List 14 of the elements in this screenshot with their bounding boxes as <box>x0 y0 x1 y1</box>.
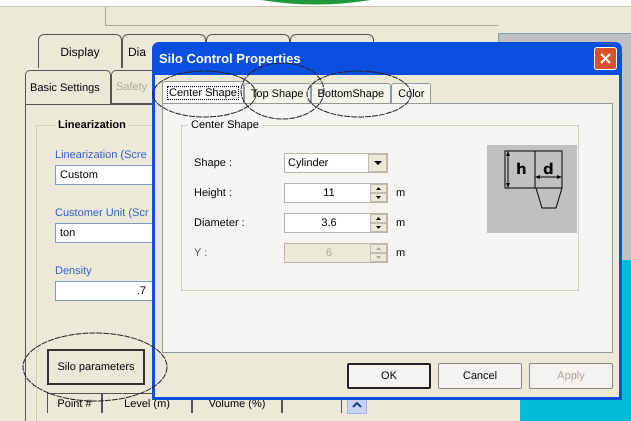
unit-label: m <box>396 217 406 229</box>
group-title: Linearization <box>57 119 127 131</box>
field-label: Shape : <box>194 157 232 169</box>
unit-label: m <box>396 247 406 259</box>
field-label: Linearization (Scre <box>55 149 147 161</box>
field-label: Y : <box>194 247 208 259</box>
unit-label: m <box>396 187 406 199</box>
group-title: Center Shape <box>190 119 260 131</box>
field-label: Customer Unit (Scr <box>55 207 149 219</box>
field-label: Diameter : <box>194 217 245 229</box>
field-label: Density <box>55 265 92 277</box>
field-label: Height : <box>194 187 232 199</box>
window-title: Silo Control Properties <box>159 51 301 66</box>
silo-diagram-drawing: h d <box>487 145 577 233</box>
